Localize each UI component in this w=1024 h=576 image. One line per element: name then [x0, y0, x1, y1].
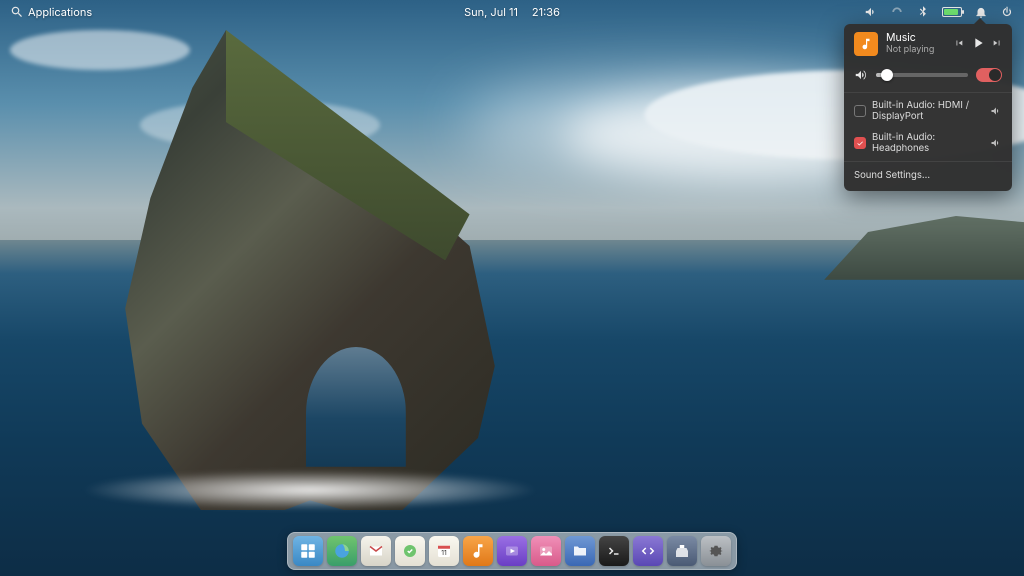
bluetooth-icon	[916, 5, 930, 19]
device-label: Built-in Audio: Headphones	[872, 132, 984, 154]
media-previous-button[interactable]	[954, 38, 964, 51]
top-panel: Applications Sun, Jul 11 21:36	[0, 0, 1024, 24]
media-player-row: Music Not playing	[844, 24, 1012, 64]
network-icon	[890, 5, 904, 19]
bluetooth-indicator[interactable]	[916, 5, 930, 19]
panel-date[interactable]: Sun, Jul 11	[464, 5, 518, 19]
mail-icon	[367, 542, 385, 560]
dock: 11	[287, 532, 737, 570]
dock-multitasking[interactable]	[293, 536, 323, 566]
gear-icon	[707, 542, 725, 560]
sound-settings-link[interactable]: Sound Settings…	[844, 164, 1012, 187]
sound-indicator[interactable]	[864, 5, 878, 19]
applications-menu[interactable]: Applications	[10, 5, 92, 19]
check-icon	[401, 542, 419, 560]
battery-indicator[interactable]	[942, 7, 962, 17]
workspaces-icon	[299, 542, 317, 560]
media-status: Not playing	[886, 45, 946, 56]
dock-tasks[interactable]	[395, 536, 425, 566]
notifications-indicator[interactable]	[974, 5, 988, 19]
power-icon	[1000, 5, 1014, 19]
calendar-icon: 11	[435, 542, 453, 560]
dock-videos[interactable]	[497, 536, 527, 566]
device-checkbox[interactable]	[854, 137, 866, 149]
music-app-icon	[854, 32, 878, 56]
dock-photos[interactable]	[531, 536, 561, 566]
volume-row	[844, 64, 1012, 90]
photos-icon	[537, 542, 555, 560]
session-indicator[interactable]	[1000, 5, 1014, 19]
volume-slider[interactable]	[876, 73, 968, 77]
network-indicator[interactable]	[890, 5, 904, 19]
dock-music[interactable]	[463, 536, 493, 566]
folder-icon	[571, 542, 589, 560]
globe-icon	[333, 542, 351, 560]
amplify-toggle[interactable]	[976, 68, 1002, 82]
dock-terminal[interactable]	[599, 536, 629, 566]
svg-text:11: 11	[441, 548, 447, 557]
media-next-button[interactable]	[992, 38, 1002, 51]
dock-system-settings[interactable]	[701, 536, 731, 566]
dock-mail[interactable]	[361, 536, 391, 566]
bell-icon	[974, 5, 988, 19]
output-device-headphones[interactable]: Built-in Audio: Headphones	[844, 127, 1012, 159]
speaker-icon	[990, 105, 1002, 117]
code-icon	[639, 542, 657, 560]
media-app-name: Music	[886, 32, 946, 45]
speaker-icon	[990, 137, 1002, 149]
store-icon	[673, 542, 691, 560]
battery-icon	[942, 7, 962, 17]
media-play-button[interactable]	[970, 35, 986, 54]
dock-calendar[interactable]: 11	[429, 536, 459, 566]
sound-popover: Music Not playing Built-in Audio: HDMI /…	[844, 24, 1012, 191]
dock-web-browser[interactable]	[327, 536, 357, 566]
device-label: Built-in Audio: HDMI / DisplayPort	[872, 100, 984, 122]
terminal-icon	[605, 542, 623, 560]
dock-code[interactable]	[633, 536, 663, 566]
volume-icon	[854, 68, 868, 82]
panel-time[interactable]: 21:36	[532, 5, 560, 19]
applications-label: Applications	[28, 5, 92, 19]
search-icon	[10, 5, 24, 19]
dock-app-center[interactable]	[667, 536, 697, 566]
dock-files[interactable]	[565, 536, 595, 566]
device-checkbox[interactable]	[854, 105, 866, 117]
video-icon	[503, 542, 521, 560]
volume-icon	[864, 5, 878, 19]
music-icon	[469, 542, 487, 560]
output-device-hdmi[interactable]: Built-in Audio: HDMI / DisplayPort	[844, 95, 1012, 127]
